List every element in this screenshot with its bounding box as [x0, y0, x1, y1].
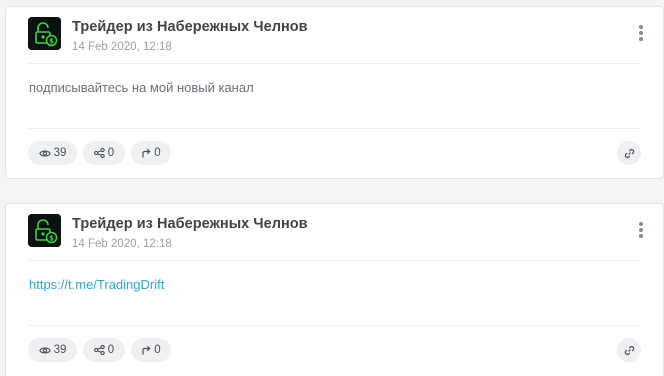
- views-button[interactable]: 39: [28, 338, 77, 362]
- repost-button[interactable]: 0: [131, 141, 171, 165]
- views-button[interactable]: 39: [28, 141, 77, 165]
- avatar[interactable]: $: [28, 17, 61, 50]
- copy-link-button[interactable]: [617, 141, 641, 165]
- svg-text:$: $: [49, 37, 54, 45]
- eye-icon: [38, 149, 51, 157]
- lock-dollar-icon: $: [28, 17, 61, 50]
- repost-arrow-icon: [142, 148, 151, 158]
- eye-icon: [38, 346, 51, 354]
- divider: [28, 325, 641, 326]
- shares-count: 0: [107, 344, 115, 356]
- link-icon: [624, 148, 634, 158]
- views-count: 39: [53, 344, 67, 356]
- share-button[interactable]: 0: [83, 141, 125, 165]
- divider: [28, 128, 641, 129]
- post-header: $ Трейдер из Набережных Челнов 14 Feb 20…: [28, 214, 663, 260]
- repost-button[interactable]: 0: [131, 338, 171, 362]
- post-card: $ Трейдер из Набережных Челнов 14 Feb 20…: [5, 6, 664, 179]
- post-date: 14 Feb 2020, 12:18: [72, 41, 172, 53]
- author-name[interactable]: Трейдер из Набережных Челнов: [72, 19, 308, 35]
- lock-dollar-icon: $: [28, 214, 61, 247]
- post-header: $ Трейдер из Набережных Челнов 14 Feb 20…: [28, 17, 663, 63]
- repost-arrow-icon: [142, 345, 151, 355]
- copy-link-button[interactable]: [617, 338, 641, 362]
- post-text: подписывайтесь на мой новый канал: [29, 80, 254, 95]
- svg-text:$: $: [49, 234, 54, 242]
- share-icon: [93, 148, 105, 158]
- more-vertical-icon[interactable]: [637, 222, 645, 242]
- link-icon: [624, 345, 634, 355]
- views-count: 39: [53, 147, 67, 159]
- reposts-count: 0: [154, 344, 161, 356]
- share-button[interactable]: 0: [83, 338, 125, 362]
- post-date: 14 Feb 2020, 12:18: [72, 238, 172, 250]
- author-name[interactable]: Трейдер из Набережных Челнов: [72, 216, 308, 232]
- post-feed: $ Трейдер из Набережных Челнов 14 Feb 20…: [0, 0, 664, 376]
- shares-count: 0: [107, 147, 115, 159]
- reposts-count: 0: [154, 147, 161, 159]
- avatar[interactable]: $: [28, 214, 61, 247]
- share-icon: [93, 345, 105, 355]
- more-vertical-icon[interactable]: [637, 25, 645, 45]
- post-link[interactable]: https://t.me/TradingDrift: [29, 277, 164, 292]
- divider: [28, 260, 641, 261]
- post-card: $ Трейдер из Набережных Челнов 14 Feb 20…: [5, 203, 664, 376]
- divider: [28, 63, 641, 64]
